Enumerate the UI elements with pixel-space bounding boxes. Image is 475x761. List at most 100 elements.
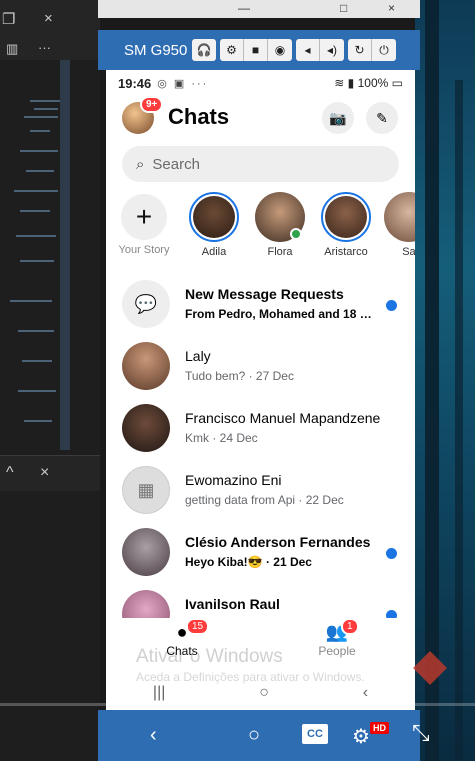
avatar	[122, 528, 170, 576]
avatar	[325, 196, 367, 238]
rotate-icon[interactable]: ↻	[348, 39, 372, 61]
tab-badge: 15	[186, 618, 210, 635]
chat-row-message-requests[interactable]: 💬 New Message Requests From Pedro, Moham…	[106, 274, 415, 336]
device-toolbar: SM G950 🎧 ⚙ ■ ◉ ◂ ◂) ↻ ⏻	[98, 30, 420, 70]
toolbar-group-tools: ⚙ ■ ◉	[220, 39, 292, 61]
camera-button[interactable]: 📷	[322, 102, 354, 134]
home-icon[interactable]: ○	[248, 724, 260, 747]
tab-people[interactable]: 👥 1 People	[307, 618, 367, 658]
pencil-icon: ✎	[376, 109, 388, 126]
search-input[interactable]	[152, 155, 353, 173]
story-flora[interactable]: Flora	[252, 192, 308, 258]
window-title-bar: — □ ×	[98, 0, 420, 18]
story-your-story[interactable]: + Your Story	[116, 192, 172, 256]
windows-activation-watermark: Ativar o Windows	[136, 646, 283, 667]
wifi-icon: ≋	[334, 76, 345, 90]
battery-icon: ▭	[391, 76, 403, 90]
desktop-wallpaper	[415, 0, 475, 761]
window-close-button[interactable]: ×	[388, 1, 395, 15]
battery-percent: 100%	[357, 76, 389, 90]
unread-dot	[386, 300, 397, 311]
close-icon[interactable]: ×	[44, 10, 53, 27]
maximize-button[interactable]: □	[340, 1, 347, 15]
tab-badge: 1	[341, 618, 359, 635]
back-icon[interactable]: ‹	[363, 684, 368, 702]
device-nav-bar: ‹ ○ CC ⚙ HD	[98, 710, 420, 761]
device-name: SM G950	[124, 41, 188, 59]
profile-badge: 9+	[140, 96, 164, 113]
stories-row: + Your Story Adila Flora Aristarco San	[106, 192, 415, 282]
chat-name: Clésio Anderson Fernandes	[185, 534, 371, 550]
toolbar-group-power: ↻ ⏻	[348, 39, 396, 61]
story-san[interactable]: San	[384, 192, 415, 258]
chat-preview: Kmk · 24 Dec	[185, 431, 258, 445]
chat-preview: From Pedro, Mohamed and 18 ot...	[185, 307, 375, 321]
back-icon[interactable]: ‹	[150, 724, 157, 747]
split-editor-icon[interactable]: ▥	[6, 41, 18, 57]
signal-icon: ▮	[347, 76, 355, 90]
story-aristarco[interactable]: Aristarco	[318, 192, 374, 258]
window-restore-icon[interactable]: ❐	[2, 10, 15, 28]
notification-icons: ◎ ▣ ···	[157, 77, 209, 90]
editor-panel-bar: ^ ×	[0, 455, 100, 491]
page-title: Chats	[168, 104, 230, 129]
editor-title-bar: ❐ ×	[0, 0, 100, 38]
chat-name: Francisco Manuel Mapandzene	[185, 410, 381, 426]
chat-preview: Tudo bem? · 27 Dec	[185, 369, 294, 383]
search-icon: ⌕	[136, 155, 145, 173]
exit-fullscreen-icon[interactable]: ⤡	[412, 720, 430, 746]
status-bar: 19:46 ◎ ▣ ··· ≋ ▮ 100% ▭	[106, 70, 415, 96]
captions-button[interactable]: CC	[302, 724, 328, 744]
volume-up-icon[interactable]: ◂)	[320, 39, 344, 61]
editor-scrollbar[interactable]	[60, 60, 70, 450]
minimize-button[interactable]: —	[238, 1, 250, 15]
avatar	[193, 196, 235, 238]
background-code-editor: ❐ × ▥ ··· ^ ×	[0, 0, 100, 761]
editor-tab-strip: ▥ ···	[0, 38, 100, 60]
volume-down-icon[interactable]: ◂	[296, 39, 320, 61]
search-bar[interactable]: ⌕	[122, 146, 399, 182]
chat-bubble-icon: 💬	[122, 280, 170, 328]
story-ring	[321, 192, 371, 242]
chat-name: Ivanilson Raul	[185, 596, 280, 612]
chevron-up-icon[interactable]: ^	[6, 464, 14, 482]
chat-preview: getting data from Api · 22 Dec	[185, 493, 344, 507]
chat-row-ewomazino[interactable]: ▦ Ewomazino Eni getting data from Api · …	[106, 460, 415, 522]
camera-icon[interactable]: ◉	[268, 39, 292, 61]
video-progress-bar[interactable]	[0, 703, 475, 706]
chat-row-laly[interactable]: Laly Tudo bem? · 27 Dec	[106, 336, 415, 398]
gear-icon[interactable]: ⚙	[220, 39, 244, 61]
toolbar-group-media: 🎧	[192, 39, 216, 61]
camera-video-icon[interactable]: ■	[244, 39, 268, 61]
status-right: ≋ ▮ 100% ▭	[334, 76, 403, 90]
editor-bottom-panel	[0, 491, 100, 761]
chat-row-clesio[interactable]: Clésio Anderson Fernandes Heyo Kiba!😎 · …	[106, 522, 415, 584]
story-label: Adila	[201, 246, 227, 258]
settings-icon[interactable]: ⚙	[352, 724, 370, 749]
headphones-icon[interactable]: 🎧	[192, 39, 216, 61]
chats-header: 9+ Chats 📷 ✎	[106, 96, 415, 140]
recents-icon[interactable]: |||	[153, 684, 165, 702]
compose-button[interactable]: ✎	[366, 102, 398, 134]
toolbar-group-volume: ◂ ◂)	[296, 39, 344, 61]
panel-close-icon[interactable]: ×	[40, 464, 49, 482]
hd-badge: HD	[370, 722, 389, 734]
phone-screen: 19:46 ◎ ▣ ··· ≋ ▮ 100% ▭ 9+ Chats 📷 ✎ ⌕ …	[106, 70, 415, 710]
unread-dot	[386, 548, 397, 559]
avatar	[122, 590, 170, 618]
story-label: Aristarco	[324, 246, 368, 258]
power-icon[interactable]: ⏻	[372, 39, 396, 61]
story-label: San	[402, 246, 415, 258]
story-adila[interactable]: Adila	[186, 192, 242, 258]
chat-row-francisco[interactable]: Francisco Manuel Mapandzene Kmk · 24 Dec	[106, 398, 415, 460]
story-ring	[189, 192, 239, 242]
home-icon[interactable]: ○	[259, 684, 269, 702]
tab-label: People	[318, 644, 356, 658]
chat-name: Ewomazino Eni	[185, 472, 282, 488]
camera-icon: 📷	[329, 109, 347, 126]
chat-row-ivanilson[interactable]: Ivanilson Raul	[106, 584, 415, 618]
more-icon[interactable]: ···	[38, 40, 51, 55]
avatar: ▦	[122, 466, 170, 514]
avatar	[122, 404, 170, 452]
online-indicator	[290, 228, 302, 240]
